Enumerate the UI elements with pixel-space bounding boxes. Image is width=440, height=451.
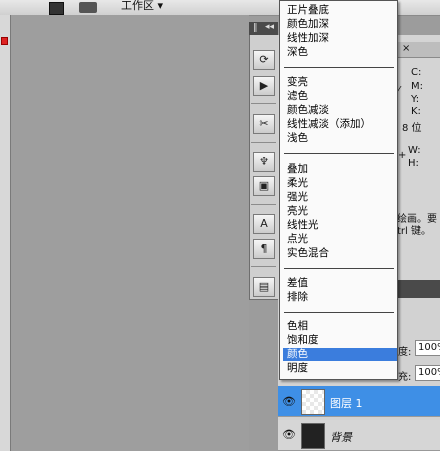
history-icon[interactable]: ⟳ [253,50,275,70]
drag-handle-icon[interactable]: ‖ [253,23,258,33]
menu-item-lighter-color[interactable]: 浅色 [287,132,308,145]
eye-icon[interactable]: 👁 [282,428,296,442]
menu-item-difference[interactable]: 差值 [287,277,308,290]
menu-separator [284,153,394,154]
camera-icon[interactable] [79,2,97,13]
paragraph-icon[interactable]: ¶ [253,239,275,259]
clone-source-icon[interactable]: ▣ [253,176,275,196]
channel-y: Y: [411,94,420,105]
menu-item-hue[interactable]: 色相 [287,320,308,333]
canvas-area[interactable] [11,15,249,451]
menu-item-lighten[interactable]: 变亮 [287,76,308,89]
channel-m: M: [411,81,423,92]
dock-divider [251,204,276,205]
menu-item-exclusion[interactable]: 排除 [287,291,308,304]
layers-panel-header[interactable] [397,280,440,298]
crosshair-icon: + [398,150,407,161]
menu-item-pin-light[interactable]: 点光 [287,233,308,246]
character-icon[interactable]: A [253,214,275,234]
layer-thumbnail [301,389,325,415]
menu-item-color-burn[interactable]: 颜色加深 [287,18,329,31]
menu-item-luminosity[interactable]: 明度 [287,362,308,375]
menu-item-linear-burn[interactable]: 线性加深 [287,32,329,45]
menu-item-screen[interactable]: 滤色 [287,90,308,103]
opacity-label: 度: [398,347,412,358]
dock-collapse-bar[interactable]: ‖ ◂◂ [249,22,278,35]
dim-w: W: [408,145,421,156]
dock-divider [251,142,276,143]
info-panel-tab[interactable]: × [398,42,440,58]
brush-icon[interactable]: ♆ [253,152,275,172]
close-icon[interactable]: × [402,43,410,54]
menu-item-saturation[interactable]: 饱和度 [287,334,319,347]
eye-icon[interactable]: 👁 [282,395,296,409]
menu-item-color-dodge[interactable]: 颜色减淡 [287,104,329,117]
menu-item-vivid-light[interactable]: 亮光 [287,205,308,218]
dock-divider [251,266,276,267]
workspace-menu[interactable]: 工作区 ▾ [117,0,163,13]
left-panel-edge [0,15,11,451]
channel-c: C: [411,67,422,78]
dim-h: H: [408,158,419,169]
tools-icon[interactable]: ✂ [253,114,275,134]
dock-divider [251,103,276,104]
menu-item-soft-light[interactable]: 柔光 [287,177,308,190]
menu-item-linear-dodge[interactable]: 线性减淡（添加） [287,118,371,131]
actions-play-icon[interactable]: ▶ [253,76,275,96]
menu-item-hard-mix[interactable]: 实色混合 [287,247,329,260]
opacity-input[interactable]: 100% [415,340,440,356]
blend-mode-menu: 正片叠底 颜色加深 线性加深 深色 变亮 滤色 颜色减淡 线性减淡（添加） 浅色… [279,0,398,380]
menu-item-multiply[interactable]: 正片叠底 [287,4,329,17]
menu-item-overlay[interactable]: 叠加 [287,163,308,176]
channel-k: K: [411,106,421,117]
info-help-text: trl 键。 [397,226,431,237]
close-icon[interactable] [1,37,8,45]
layer-name[interactable]: 图层 1 [330,395,363,411]
menu-item-linear-light[interactable]: 线性光 [287,219,319,232]
menu-item-color[interactable]: 颜色 [287,348,308,361]
layer-comps-icon[interactable]: ▤ [253,277,275,297]
fill-input[interactable]: 100% [415,365,440,381]
layer-thumbnail [301,423,325,449]
bit-depth: 8 位 [402,123,422,134]
menu-separator [284,312,394,313]
menu-item-darker-color[interactable]: 深色 [287,46,308,59]
document-icon[interactable] [49,2,64,15]
eyedropper-icon: ⁄ [398,85,400,96]
fill-label: 充: [398,372,412,383]
collapse-icon[interactable]: ◂◂ [265,22,274,32]
menu-separator [284,67,394,68]
menu-separator [284,268,394,269]
menu-item-hard-light[interactable]: 强光 [287,191,308,204]
layer-name[interactable]: 背景 [330,429,352,445]
